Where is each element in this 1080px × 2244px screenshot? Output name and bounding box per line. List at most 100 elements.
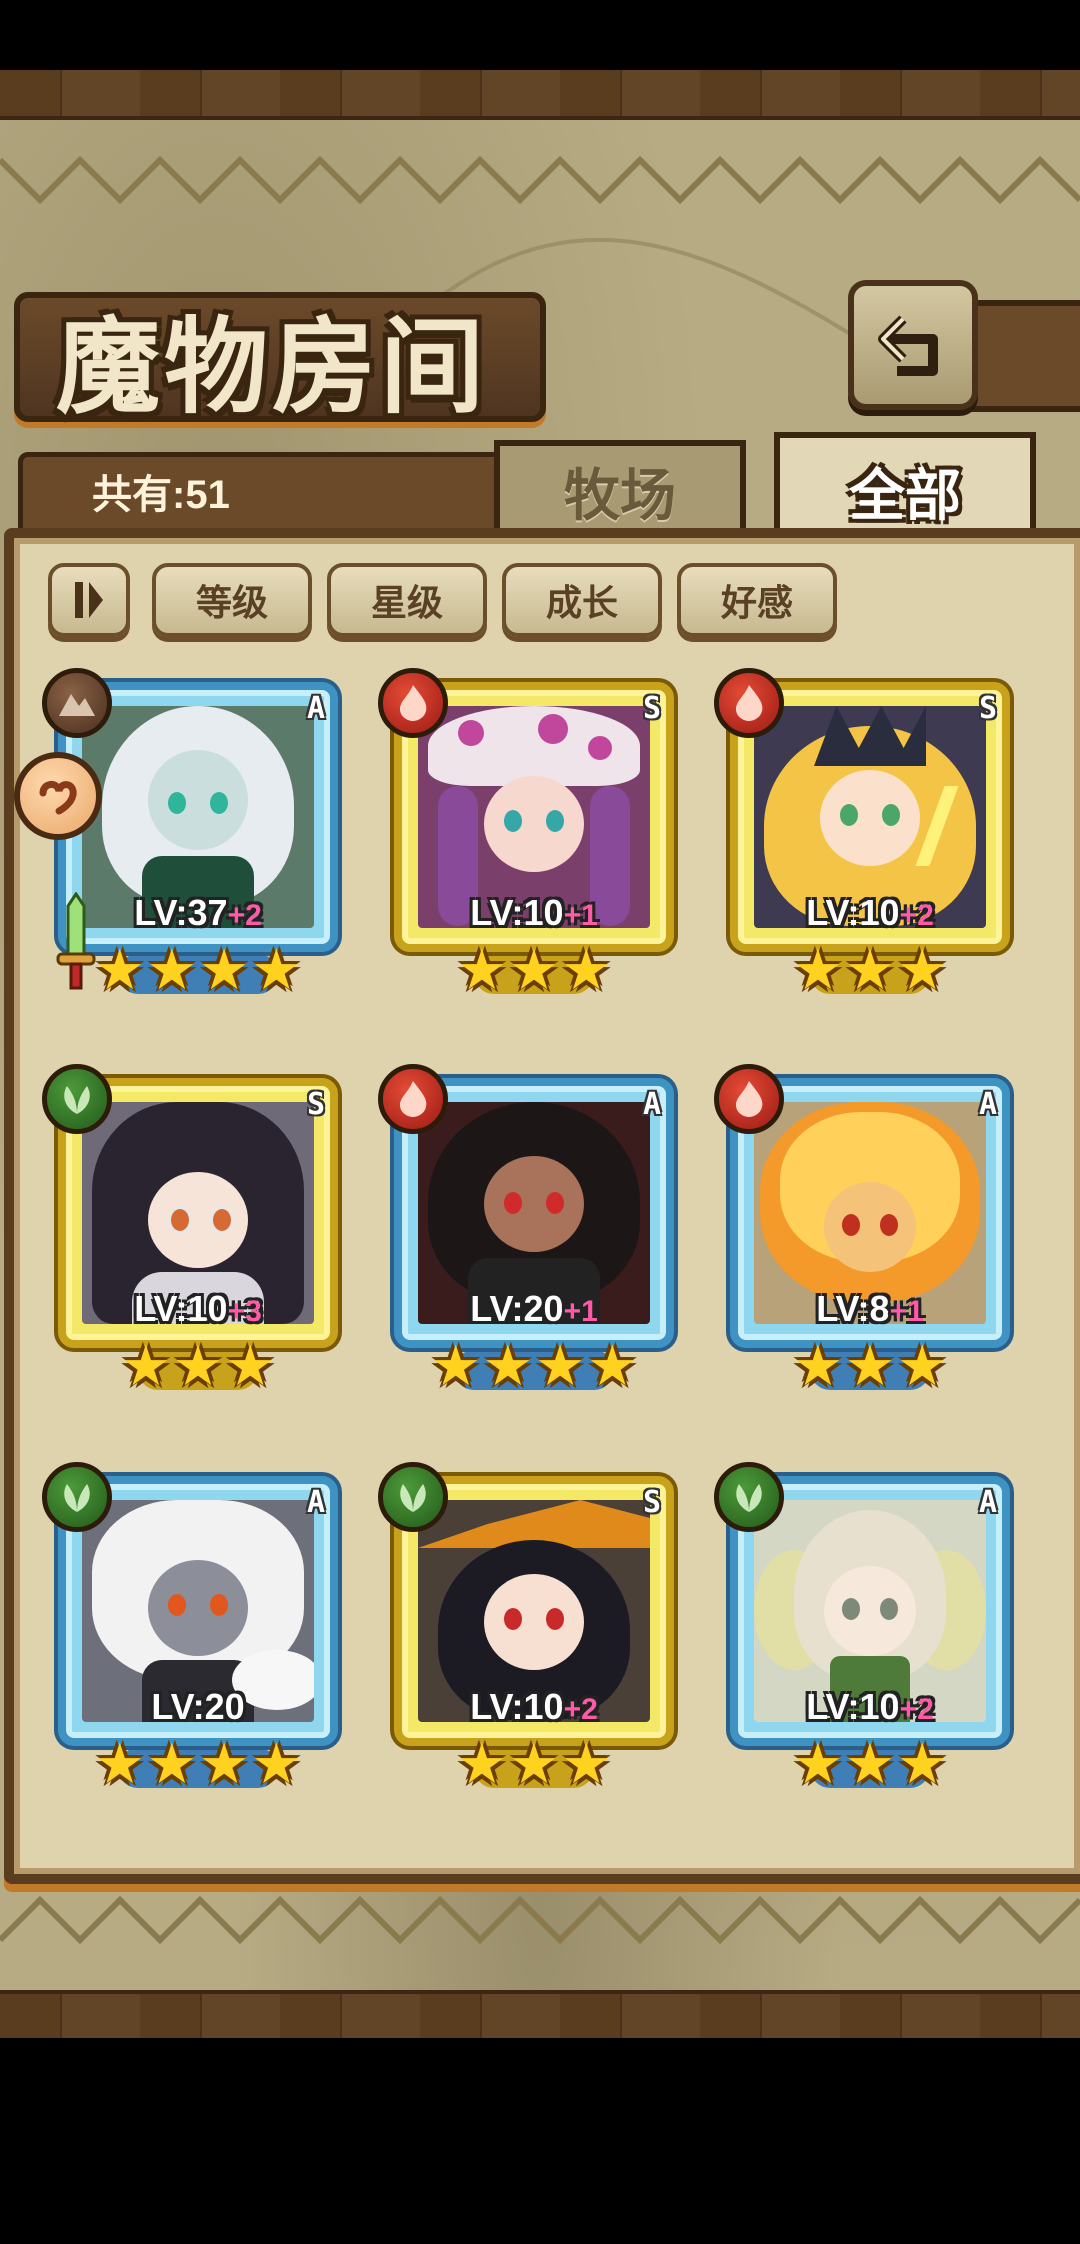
monster-card[interactable]: A LV:20+1 ★ ★ ★ ★ (378, 1064, 684, 1399)
status-bar (0, 0, 1080, 70)
star-icon: ★ (430, 1334, 481, 1399)
star-icon: ★ (844, 1334, 896, 1399)
eye (546, 1192, 564, 1214)
monster-count: 共有:51 (92, 473, 230, 517)
monster-card[interactable]: A LV:10+2 ★ ★ ★ (714, 1462, 1020, 1796)
level-text: LV:10+1 (394, 892, 674, 934)
sort-star-button[interactable]: 星级 (327, 563, 487, 637)
face (824, 1182, 916, 1272)
monster-card[interactable]: S LV:10+1 ★ ★ ★ (378, 668, 684, 1002)
monster-card[interactable]: A LV:8+1 ★ ★ ★ (714, 1064, 1020, 1399)
eye (546, 810, 564, 832)
heart-badge-icon (14, 752, 102, 840)
rarity-label: A (306, 690, 326, 726)
star-icon: ★ (792, 1334, 843, 1399)
sort-order-button[interactable] (48, 563, 130, 637)
monster-card[interactable]: S LV:10+3 ★ ★ ★ (42, 1064, 348, 1398)
star-icon: ★ (120, 1334, 171, 1399)
eye (168, 792, 186, 814)
fire-element-icon (378, 668, 448, 738)
star-icon: ★ (792, 1732, 843, 1797)
wood-border-top (0, 70, 1080, 120)
star-icon: ★ (225, 1334, 276, 1399)
star-icon: ★ (251, 1732, 302, 1797)
level-value: LV:37 (134, 892, 228, 933)
star-icon: ★ (844, 938, 896, 1003)
rarity-label: S (978, 690, 998, 726)
star-icon: ★ (508, 938, 560, 1003)
eye (210, 792, 228, 814)
eye (880, 1214, 898, 1236)
grass-element-icon (42, 1064, 112, 1134)
level-value: LV:10 (470, 892, 564, 933)
level-value: LV:10 (806, 1686, 900, 1727)
rarity-label: A (978, 1484, 998, 1520)
eye (168, 1206, 192, 1234)
star-icon: ★ (508, 1732, 560, 1797)
grass-element-icon (714, 1462, 784, 1532)
level-text: LV:10+2 (730, 892, 1010, 934)
eye (840, 804, 858, 826)
star-rating: ★ ★ ★ (384, 942, 684, 1000)
level-text: LV:10+2 (394, 1686, 674, 1728)
star-icon: ★ (146, 938, 197, 1003)
face (148, 1560, 248, 1656)
level-plus: +2 (899, 1693, 934, 1726)
rarity-label: S (642, 690, 662, 726)
face (484, 1156, 584, 1252)
sort-order-icon (75, 582, 103, 618)
back-button[interactable] (848, 280, 978, 410)
cap-spot (458, 720, 484, 746)
star-rating: ★ ★ ★ (48, 1338, 348, 1396)
eye (842, 1214, 860, 1236)
cap-spot (588, 736, 612, 760)
star-icon: ★ (251, 938, 302, 1003)
sort-level-button[interactable]: 等级 (152, 563, 312, 637)
star-icon: ★ (897, 938, 948, 1003)
level-value: LV:20 (470, 1288, 564, 1329)
cap-spot (538, 714, 568, 744)
monster-card[interactable]: S LV:10+2 ★ ★ ★ (378, 1462, 684, 1797)
level-text: LV:8+1 (730, 1288, 1010, 1330)
star-icon: ★ (146, 1732, 197, 1797)
sort-affection-button[interactable]: 好感 (677, 563, 837, 637)
eye (842, 1598, 860, 1620)
eye (546, 1608, 564, 1630)
fire-element-icon (714, 1064, 784, 1134)
rarity-label: S (306, 1086, 326, 1122)
face (148, 750, 248, 850)
level-text: LV:37+2 (58, 892, 338, 934)
monster-card[interactable]: S LV:10+2 ★ ★ ★ (714, 668, 1020, 1003)
grass-element-icon (42, 1462, 112, 1532)
star-icon: ★ (172, 1334, 224, 1399)
star-icon: ★ (199, 1732, 250, 1797)
rarity-label: A (642, 1086, 662, 1122)
sort-growth-button[interactable]: 成长 (502, 563, 662, 637)
level-plus: +1 (889, 1295, 924, 1328)
star-icon: ★ (844, 1732, 896, 1797)
level-plus: +2 (563, 1693, 598, 1726)
star-icon: ★ (792, 938, 843, 1003)
eye (880, 1598, 898, 1620)
monster-card[interactable]: A LV:20 ★ ★ ★ ★ (42, 1462, 348, 1797)
level-text: LV:10+3 (58, 1288, 338, 1330)
level-value: LV:10 (134, 1288, 228, 1329)
eye (504, 810, 522, 832)
star-rating: ★ ★ ★ (720, 1736, 1020, 1794)
wood-border-bottom (0, 1990, 1080, 2042)
face (484, 776, 584, 872)
star-icon: ★ (94, 938, 145, 1003)
sword-icon (56, 891, 96, 992)
level-plus: +2 (899, 899, 934, 932)
level-plus: +1 (563, 1295, 598, 1328)
rarity-label: S (642, 1484, 662, 1520)
tab-pasture[interactable]: 牧场 (494, 440, 746, 536)
level-text: LV:10+2 (730, 1686, 1010, 1728)
level-value: LV:8 (816, 1288, 890, 1329)
level-value: LV:10 (806, 892, 900, 933)
star-icon: ★ (561, 938, 612, 1003)
face (820, 770, 920, 866)
eye (882, 804, 900, 826)
level-value: LV:20 (151, 1686, 245, 1727)
star-icon: ★ (897, 1732, 948, 1797)
